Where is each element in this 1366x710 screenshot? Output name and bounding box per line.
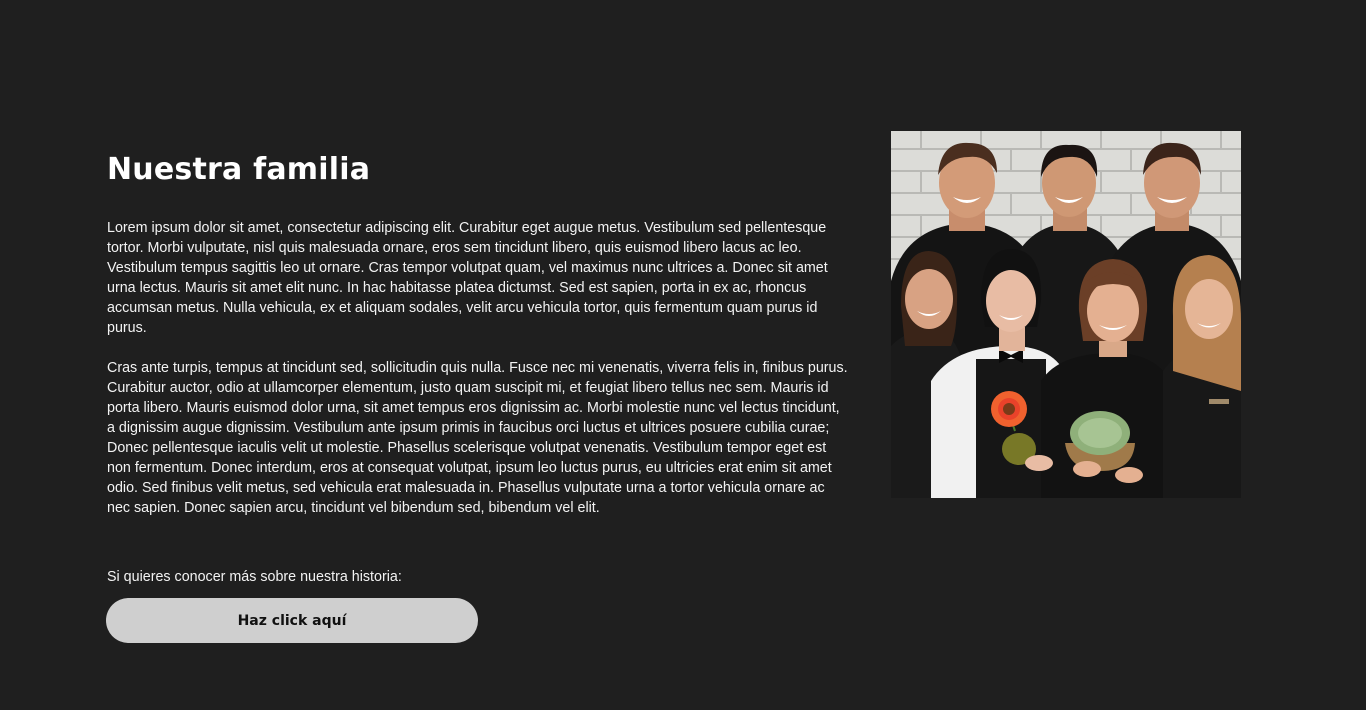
paragraph-body: Cras ante turpis, tempus at tincidunt se… <box>107 360 848 516</box>
team-photo <box>891 131 1241 498</box>
section-title: Nuestra familia <box>107 152 371 187</box>
history-button[interactable]: Haz click aquí <box>106 598 478 643</box>
team-photo-illustration <box>891 131 1241 498</box>
about-section: Nuestra familia Lorem ipsum dolor sit am… <box>107 150 849 585</box>
person-front-right <box>1163 255 1241 498</box>
paragraph-intro: Lorem ipsum dolor sit amet, consectetur … <box>107 220 828 336</box>
history-prompt: Si quieres conocer más sobre nuestra his… <box>107 569 402 585</box>
